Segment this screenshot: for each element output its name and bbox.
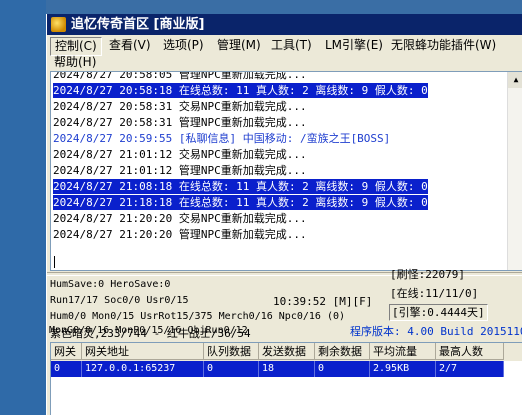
log-line: 2024/8/27 21:01:12 交易NPC重新加载完成...: [53, 148, 307, 161]
column-header[interactable]: 队列数据: [204, 343, 259, 360]
hum-status: Hum0/0 Mon0/15 UsrRot15/375 Merch0/16 Np…: [50, 311, 346, 322]
menu-bar: 控制(C) 查看(V) 选项(P) 管理(M) 工具(T) LM引擎(E) 无限…: [47, 35, 522, 71]
log-line: 2024/8/27 20:58:05 管理NPC重新加载完成...: [53, 71, 307, 81]
menu-options[interactable]: 选项(P): [159, 37, 208, 54]
table-cell: 127.0.0.1:65237: [82, 361, 204, 377]
menu-view[interactable]: 查看(V): [105, 37, 155, 54]
table-cell: 0: [204, 361, 259, 377]
server-time: 10:39:52 [M][F]: [273, 295, 373, 308]
menu-manage[interactable]: 管理(M): [213, 37, 265, 54]
text-cursor: [54, 256, 55, 268]
column-header[interactable]: 剩余数据: [315, 343, 370, 360]
run-status: Run17/17 Soc0/0 Usr0/15: [50, 295, 189, 306]
scroll-up-icon[interactable]: ▲: [508, 72, 522, 88]
menu-lm-engine[interactable]: LM引擎(E): [321, 37, 387, 54]
online-counter: [在线:11/11/0]: [390, 287, 479, 300]
menu-help[interactable]: 帮助(H): [50, 54, 100, 71]
mongo-status: MonG0/0/16 MonP0/15/16 ObjRun0/12: [49, 325, 248, 336]
table-cell: 2/7: [436, 361, 504, 377]
program-version: 程序版本: 4.00 Build 20151104: [350, 325, 522, 338]
table-cell: 18: [259, 361, 315, 377]
desktop-background: [0, 0, 46, 415]
server-window: 追忆传奇首区 [商业版] 控制(C) 查看(V) 选项(P) 管理(M) 工具(…: [46, 14, 522, 415]
save-status: HumSave:0 HeroSave:0: [50, 279, 171, 290]
title-bar[interactable]: 追忆传奇首区 [商业版]: [47, 14, 522, 35]
log-line: 2024/8/27 21:08:18 在线总数: 11 真人数: 2 离线数: …: [53, 179, 428, 194]
app-icon: [51, 17, 66, 32]
table-row[interactable]: 0 127.0.0.1:65237 0 18 0 2.95KB 2/7: [51, 361, 504, 377]
column-header[interactable]: 网关地址: [82, 343, 204, 360]
table-cell: 2.95KB: [370, 361, 436, 377]
window-title: 追忆传奇首区 [商业版]: [71, 17, 205, 32]
table-cell: 0: [315, 361, 370, 377]
engine-counter: [引擎:0.4444天]: [389, 304, 488, 321]
log-scrollbar[interactable]: [507, 72, 522, 270]
log-line: 2024/8/27 20:58:31 交易NPC重新加载完成...: [53, 100, 307, 113]
log-line: 2024/8/27 21:18:18 在线总数: 11 真人数: 2 离线数: …: [53, 195, 428, 210]
column-header[interactable]: 平均流量: [370, 343, 436, 360]
log-line: 2024/8/27 20:58:31 管理NPC重新加载完成...: [53, 116, 307, 129]
table-header: 网关 网关地址 队列数据 发送数据 剩余数据 平均流量 最高人数: [51, 343, 522, 361]
log-line: 2024/8/27 20:59:55 [私聊信息] 中国移动: /蛮族之王[BO…: [53, 132, 391, 145]
refresh-counter: [刷怪:22079]: [390, 268, 465, 281]
log-line: 2024/8/27 20:58:18 在线总数: 11 真人数: 2 离线数: …: [53, 83, 428, 98]
log-panel[interactable]: 2024/8/27 20:58:05 管理NPC重新加载完成... 2024/8…: [50, 71, 522, 271]
column-header[interactable]: 网关: [51, 343, 82, 360]
menu-plugins[interactable]: 无限蜂功能插件(W): [387, 37, 500, 54]
column-header[interactable]: 最高人数: [436, 343, 504, 360]
log-line: 2024/8/27 21:01:12 管理NPC重新加载完成...: [53, 164, 307, 177]
log-line: 2024/8/27 21:20:20 管理NPC重新加载完成...: [53, 228, 307, 241]
table-cell: 0: [51, 361, 82, 377]
log-line: 2024/8/27 21:20:20 交易NPC重新加载完成...: [53, 212, 307, 225]
menu-tools[interactable]: 工具(T): [267, 37, 316, 54]
column-header[interactable]: 发送数据: [259, 343, 315, 360]
gateway-table[interactable]: 网关 网关地址 队列数据 发送数据 剩余数据 平均流量 最高人数 0 127.0…: [50, 342, 522, 415]
